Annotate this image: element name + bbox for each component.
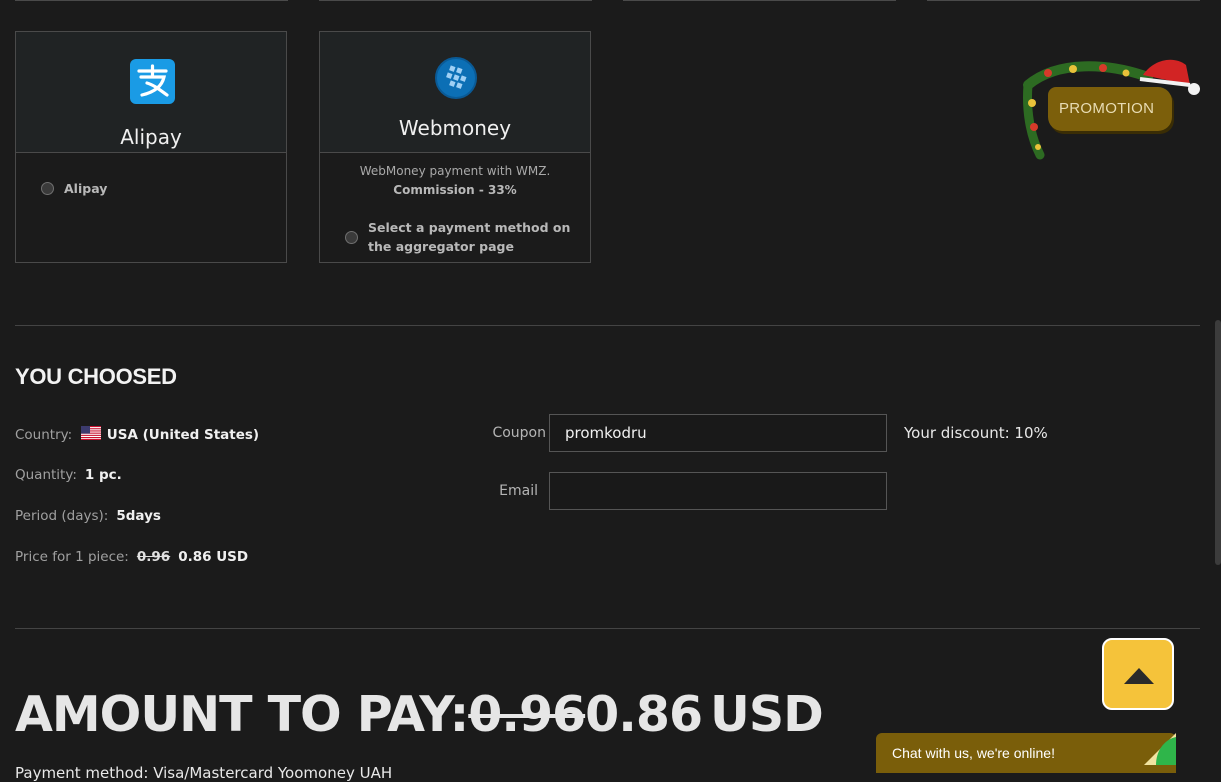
option-label-line: Select a payment method on bbox=[368, 220, 571, 235]
us-flag-icon bbox=[80, 426, 101, 440]
quantity-row: Quantity: 1 pc. bbox=[15, 467, 122, 483]
email-label: Email bbox=[499, 483, 538, 499]
alipay-radio[interactable] bbox=[41, 182, 54, 195]
previous-card-row-edges bbox=[15, 0, 1201, 2]
price-label: Price for 1 piece: bbox=[15, 549, 129, 565]
price-new: 0.86 USD bbox=[178, 549, 249, 565]
amount-old: 0.96 bbox=[468, 686, 586, 743]
chat-label: Chat with us, we're online! bbox=[892, 745, 1055, 761]
promotion-label: PROMOTION bbox=[1059, 100, 1155, 117]
commission-text: Commission - 33% bbox=[393, 183, 517, 197]
payment-method-label: Payment method: bbox=[15, 764, 149, 782]
section-title: YOU CHOOSED bbox=[15, 364, 177, 389]
coupon-input[interactable] bbox=[549, 414, 887, 452]
period-row: Period (days): 5days bbox=[15, 508, 161, 524]
discount-text: Your discount: 10% bbox=[904, 424, 1048, 442]
webmoney-radio[interactable] bbox=[345, 231, 358, 244]
alipay-option-label[interactable]: Alipay bbox=[64, 179, 107, 198]
payment-card-alipay[interactable]: Alipay Alipay bbox=[15, 31, 287, 263]
card-header: Alipay bbox=[16, 32, 286, 153]
webmoney-icon bbox=[435, 57, 477, 99]
payment-method-line: Payment method: Visa/Mastercard Yoomoney… bbox=[15, 764, 392, 782]
option-label-line: the aggregator page bbox=[368, 239, 514, 254]
payment-card-webmoney[interactable]: Webmoney WebMoney payment with WMZ. Comm… bbox=[319, 31, 591, 263]
country-row: Country: USA (United States) bbox=[15, 426, 259, 443]
scroll-to-top-button[interactable] bbox=[1102, 638, 1174, 710]
payment-method-value: Visa/Mastercard Yoomoney UAH bbox=[153, 764, 393, 782]
country-label: Country: bbox=[15, 427, 73, 443]
amount-to-pay: AMOUNT TO PAY:0.960.86 USD bbox=[15, 686, 824, 743]
card-title: Alipay bbox=[120, 125, 182, 149]
email-input[interactable] bbox=[549, 472, 887, 510]
quantity-value: 1 pc. bbox=[84, 467, 122, 483]
divider bbox=[15, 325, 1200, 326]
country-value: USA (United States) bbox=[106, 427, 260, 443]
alipay-icon bbox=[130, 59, 175, 104]
chat-leaf-icon bbox=[1144, 733, 1176, 765]
amount-new: 0.86 bbox=[585, 686, 703, 743]
divider bbox=[15, 628, 1200, 629]
webmoney-option-label[interactable]: Select a payment method on the aggregato… bbox=[368, 218, 570, 256]
card-header: Webmoney bbox=[320, 32, 590, 153]
card-title: Webmoney bbox=[398, 116, 512, 140]
price-row: Price for 1 piece: 0.96 0.86 USD bbox=[15, 549, 248, 565]
period-value: 5days bbox=[116, 508, 161, 524]
chat-widget[interactable]: Chat with us, we're online! bbox=[876, 733, 1176, 773]
amount-prefix: AMOUNT TO PAY: bbox=[15, 686, 469, 743]
price-old: 0.96 bbox=[136, 549, 171, 565]
webmoney-description: WebMoney payment with WMZ. Commission - … bbox=[320, 162, 590, 200]
description-text: WebMoney payment with WMZ. bbox=[359, 164, 551, 178]
amount-currency: USD bbox=[710, 686, 824, 743]
scrollbar[interactable] bbox=[1215, 320, 1221, 565]
quantity-label: Quantity: bbox=[15, 467, 77, 483]
promotion-badge[interactable]: PROMOTION bbox=[1018, 55, 1204, 160]
period-label: Period (days): bbox=[15, 508, 109, 524]
coupon-label: Coupon bbox=[492, 425, 546, 441]
arrow-up-icon bbox=[1124, 668, 1154, 684]
